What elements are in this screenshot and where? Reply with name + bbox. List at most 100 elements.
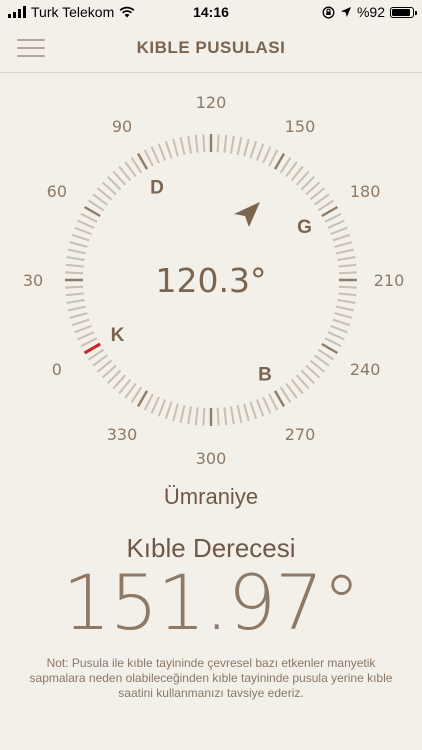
compass-tick bbox=[74, 226, 92, 236]
compass-letter-b: B bbox=[258, 365, 272, 386]
compass-scale-label: 120 bbox=[196, 93, 227, 112]
compass-scale-label: 60 bbox=[47, 182, 67, 201]
compass-scale-label: 180 bbox=[350, 182, 381, 201]
compass-tick bbox=[338, 285, 357, 289]
compass-tick bbox=[332, 233, 351, 242]
compass-letter-g: G bbox=[297, 217, 312, 238]
compass-tick bbox=[330, 226, 348, 236]
compass-tick bbox=[330, 324, 348, 334]
compass-tick bbox=[243, 403, 250, 422]
compass-tick bbox=[179, 136, 186, 156]
compass-tick bbox=[262, 146, 272, 164]
compass: 0 30 60 90 120 150 180 210 240 270 300 330 K D G B 120… bbox=[23, 93, 405, 468]
compass-major-tick bbox=[273, 390, 286, 408]
compass-tick bbox=[216, 134, 220, 153]
compass-tick bbox=[230, 406, 235, 425]
compass-tick bbox=[130, 157, 143, 174]
compass-tick bbox=[243, 138, 250, 157]
compass-letter-d: D bbox=[150, 177, 164, 198]
compass-tick bbox=[216, 407, 220, 426]
compass-tick bbox=[202, 407, 206, 426]
compass-tick bbox=[236, 136, 243, 156]
compass-tick bbox=[157, 143, 167, 161]
compass-tick bbox=[80, 337, 98, 348]
compass-tick bbox=[338, 271, 357, 275]
compass-tick bbox=[92, 354, 109, 367]
qibla-arrow-icon bbox=[234, 202, 260, 227]
compass-tick bbox=[313, 354, 330, 367]
compass-tick bbox=[80, 212, 98, 223]
compass-tick bbox=[71, 318, 90, 327]
compass-major-tick bbox=[83, 342, 101, 355]
compass-tick bbox=[338, 292, 357, 297]
compass-tick bbox=[268, 393, 279, 411]
compass-tick bbox=[77, 219, 95, 229]
compass-scale-label: 210 bbox=[374, 271, 405, 290]
compass-tick bbox=[332, 318, 351, 327]
compass-tick bbox=[279, 386, 292, 403]
compass-scale-label: 90 bbox=[112, 117, 132, 136]
compass-tick bbox=[187, 406, 192, 425]
compass-tick bbox=[67, 305, 87, 312]
compass-letter-k: K bbox=[111, 325, 125, 346]
compass-tick bbox=[262, 396, 272, 414]
compass-tick bbox=[77, 331, 95, 341]
compass-tick bbox=[327, 331, 345, 341]
battery-percent: %92 bbox=[356, 4, 385, 20]
compass-tick bbox=[335, 305, 355, 312]
compass-major-tick bbox=[136, 390, 149, 408]
compass-tick bbox=[66, 256, 85, 261]
disclaimer-note: Not: Pusula ile kıble tayininde çevresel… bbox=[29, 656, 393, 700]
compass-tick bbox=[317, 199, 334, 212]
compass-tick bbox=[338, 263, 357, 268]
compass-major-tick bbox=[83, 205, 101, 218]
compass-scale-label: 240 bbox=[350, 360, 381, 379]
compass-tick bbox=[71, 233, 90, 242]
compass-tick bbox=[285, 161, 298, 178]
compass-tick bbox=[279, 157, 292, 174]
compass-tick bbox=[65, 292, 84, 297]
compass-tick bbox=[74, 324, 92, 334]
compass-tick bbox=[69, 241, 88, 248]
compass-tick bbox=[172, 138, 179, 157]
location-icon bbox=[340, 7, 351, 17]
compass-tick bbox=[130, 386, 143, 403]
compass-scale-label: 150 bbox=[285, 117, 316, 136]
compass-tick bbox=[150, 146, 160, 164]
city-name: Ümraniye bbox=[163, 484, 259, 509]
compass-tick bbox=[124, 382, 137, 399]
compass-tick bbox=[143, 149, 154, 167]
compass-tick bbox=[194, 407, 199, 426]
compass-tick bbox=[66, 299, 85, 304]
compass-tick bbox=[65, 263, 84, 268]
compass-major-tick bbox=[321, 342, 339, 355]
compass-tick bbox=[143, 393, 154, 411]
compass-heading: 120.3° bbox=[156, 261, 267, 300]
compass-tick bbox=[337, 256, 356, 261]
compass-tick bbox=[164, 140, 173, 159]
compass-tick bbox=[324, 337, 342, 348]
battery-fill bbox=[392, 8, 411, 16]
compass-tick bbox=[150, 396, 160, 414]
compass-tick bbox=[249, 140, 258, 159]
compass-tick bbox=[223, 134, 228, 153]
compass-tick bbox=[223, 407, 228, 426]
compass-tick bbox=[285, 382, 298, 399]
compass-tick bbox=[194, 134, 199, 153]
compass-tick bbox=[172, 403, 179, 422]
battery-icon bbox=[390, 6, 417, 18]
compass-tick bbox=[255, 399, 265, 417]
compass-major-tick bbox=[321, 205, 339, 218]
compass-tick bbox=[69, 312, 88, 319]
compass-major-tick bbox=[273, 152, 286, 170]
nav-bar: KIBLE PUSULASI bbox=[0, 24, 422, 73]
compass-tick bbox=[88, 199, 105, 212]
compass-tick bbox=[65, 271, 84, 275]
compass-scale-label: 270 bbox=[285, 425, 316, 444]
compass-tick bbox=[164, 401, 173, 420]
compass-tick bbox=[335, 248, 355, 255]
compass-tick bbox=[324, 212, 342, 223]
rotation-lock-icon bbox=[322, 6, 335, 18]
compass-tick bbox=[317, 348, 334, 361]
compass-tick bbox=[327, 219, 345, 229]
